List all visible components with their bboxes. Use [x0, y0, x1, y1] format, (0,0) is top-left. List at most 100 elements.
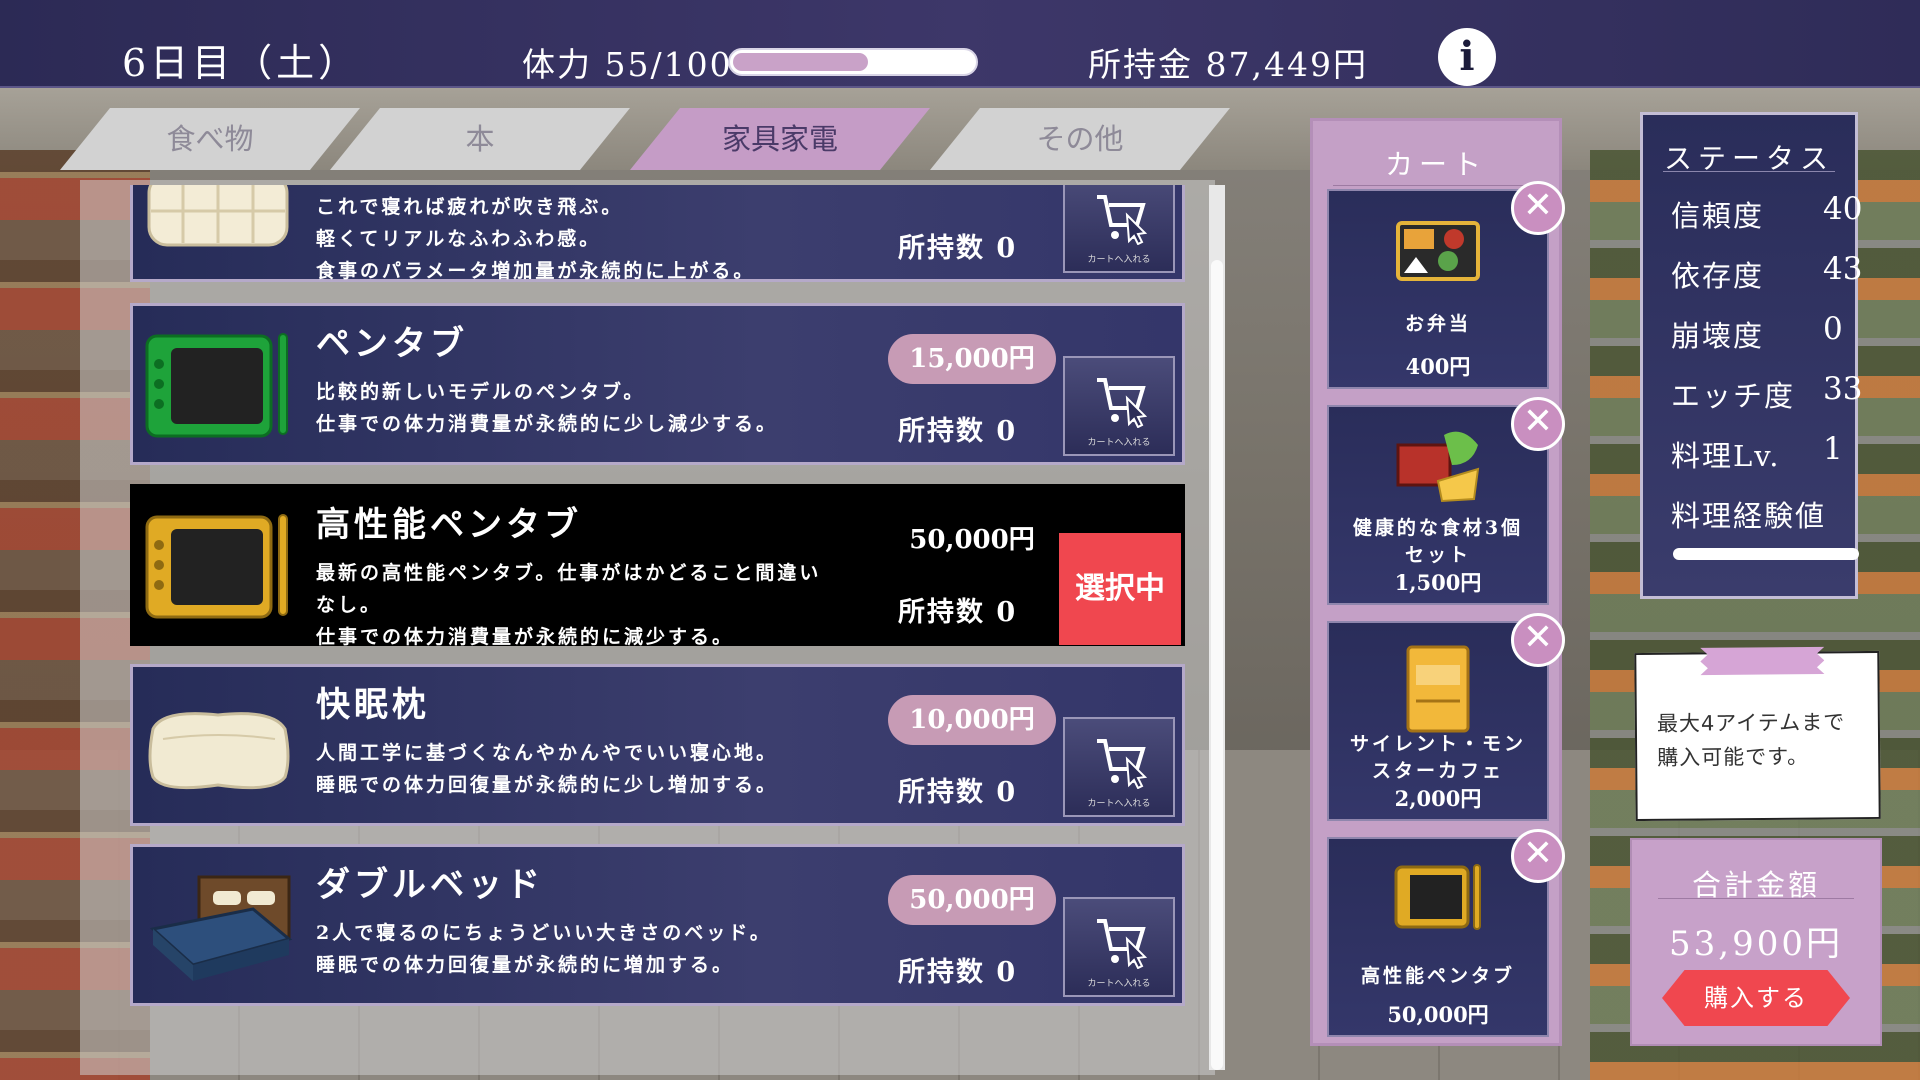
cart-item-name-line: お弁当: [1404, 313, 1471, 335]
cart-item-price: 50,000円: [1387, 1002, 1489, 1027]
cart-item-name-line: サイレント・モン: [1349, 733, 1526, 755]
item-desc-line: 軽くてリアルなふわふわ感。: [316, 228, 602, 250]
cart-item: サイレント・モン スターカフェ 2,000円 ✕: [1327, 613, 1565, 821]
item-description: これで寝れば疲れが吹き飛ぶ。 軽くてリアルなふわふわ感。 食事のパラメータ増加量…: [316, 191, 755, 287]
cart-title: カート: [1384, 148, 1487, 181]
stat-value: 33: [1823, 371, 1863, 407]
note-line: 購入可能です。: [1657, 744, 1810, 770]
owned-count: 所持数 0: [898, 597, 1018, 628]
cart-item-name-line: スターカフェ: [1371, 760, 1504, 782]
double-bed-icon: [149, 875, 293, 981]
stamina-label: 体力 55/100: [522, 45, 733, 84]
item-price: 50,000円: [888, 875, 1056, 925]
divider: [1333, 185, 1539, 186]
item-name: 快眠枕: [316, 685, 430, 725]
divider: [1663, 171, 1835, 172]
item-desc-line: 比較的新しいモデルのペンタブ。: [316, 381, 646, 403]
tab-books[interactable]: 本: [330, 108, 630, 170]
item-desc-line: 仕事での体力消費量が永続的に少し減少する。: [316, 413, 779, 435]
cart-item-name: 高性能ペンタブ: [1329, 963, 1547, 990]
cart-item-name: 健康的な食材3個 セット: [1329, 515, 1547, 569]
add-to-cart-label: カートへ入れる: [1087, 255, 1151, 265]
tab-other[interactable]: その他: [930, 108, 1230, 170]
owned-count: 所持数 0: [898, 233, 1018, 264]
selected-button[interactable]: 選択中: [1059, 533, 1181, 645]
tab-food[interactable]: 食べ物: [60, 108, 360, 170]
item-price: 15,000円: [888, 334, 1056, 384]
add-to-cart-button[interactable]: カートへ入れる: [1063, 185, 1175, 273]
scrollbar-thumb[interactable]: [1211, 260, 1223, 1070]
cart-item-name-line: セット: [1404, 544, 1471, 566]
purchase-button[interactable]: 購入する: [1662, 970, 1850, 1026]
status-panel: ステータス 信頼度 40 依存度 43 崩壊度 0 エッチ度 33 料理Lv. …: [1640, 112, 1862, 599]
cart-item-price: 1,500円: [1394, 570, 1482, 595]
item-description: 2人で寝るのにちょうどいい大きさのベッド。 睡眠での体力回復量が永続的に増加する…: [316, 917, 772, 981]
list-item[interactable]: ダブルベッド 2人で寝るのにちょうどいい大きさのベッド。 睡眠での体力回復量が永…: [130, 844, 1185, 1006]
stat-value: 43: [1823, 251, 1863, 287]
add-to-cart-button[interactable]: カートへ入れる: [1063, 717, 1175, 817]
stat-label: 依存度: [1671, 259, 1765, 293]
day-label: 6日目（土）: [122, 41, 361, 85]
list-item[interactable]: 快眠枕 人間工学に基づくなんやかんやでいい寝心地。 睡眠での体力回復量が永続的に…: [130, 664, 1185, 826]
stat-label: 料理Lv.: [1671, 439, 1781, 473]
item-name: ペンタブ: [316, 324, 468, 364]
item-desc-line: 仕事での体力消費量が永続的に減少する。: [316, 626, 735, 648]
item-desc-line: 睡眠での体力回復量が永続的に増加する。: [316, 954, 735, 976]
cart-icon: [1097, 919, 1148, 969]
add-to-cart-label: カートへ入れる: [1087, 799, 1151, 809]
futon-icon: [147, 185, 289, 247]
remove-cart-item-button[interactable]: ✕: [1511, 397, 1565, 451]
list-item-selected[interactable]: 高性能ペンタブ 最新の高性能ペンタブ。仕事がはかどること間違い なし。 仕事での…: [130, 484, 1185, 648]
owned-count: 所持数 0: [898, 416, 1018, 447]
stat-label: 崩壊度: [1671, 319, 1765, 353]
item-name: ダブルベッド: [316, 865, 544, 905]
item-description: 人間工学に基づくなんやかんやでいい寝心地。 睡眠での体力回復量が永続的に少し増加…: [316, 737, 778, 801]
stamina-bar: [728, 48, 978, 76]
cart-item-name-line: 高性能ペンタブ: [1360, 965, 1515, 987]
list-item[interactable]: ペンタブ 比較的新しいモデルのペンタブ。 仕事での体力消費量が永続的に少し減少す…: [130, 303, 1185, 465]
item-desc-line: 人間工学に基づくなんやかんやでいい寝心地。: [316, 742, 779, 764]
cart-item-name: お弁当: [1329, 311, 1547, 338]
bento-icon: [1396, 221, 1480, 281]
stat-value: 40: [1823, 191, 1863, 227]
note-text: 最大4アイテムまで 購入可能です。: [1657, 705, 1867, 775]
purchase-limit-note: 最大4アイテムまで 購入可能です。: [1634, 651, 1881, 822]
stamina-bar-fill: [733, 53, 869, 71]
money-label: 所持金 87,449円: [1088, 45, 1368, 84]
pen-tablet-icon: [145, 333, 288, 438]
item-list-scrollbar[interactable]: [1209, 185, 1225, 1070]
cart-item-price: 400円: [1405, 354, 1471, 379]
remove-cart-item-button[interactable]: ✕: [1511, 613, 1565, 667]
item-desc-line: 食事のパラメータ増加量が永続的に上がる。: [316, 260, 756, 282]
remove-cart-item-button[interactable]: ✕: [1511, 181, 1565, 235]
item-desc-line: 睡眠での体力回復量が永続的に少し増加する。: [316, 774, 779, 796]
ingredients-icon: [1396, 431, 1480, 503]
stat-label: エッチ度: [1671, 379, 1796, 413]
owned-count: 所持数 0: [898, 777, 1018, 808]
top-bar: 6日目（土） 体力 55/100 所持金 87,449円 i: [0, 0, 1920, 88]
cart-item: 高性能ペンタブ 50,000円 ✕: [1327, 829, 1565, 1037]
list-item[interactable]: これで寝れば疲れが吹き飛ぶ。 軽くてリアルなふわふわ感。 食事のパラメータ増加量…: [130, 185, 1185, 282]
add-to-cart-button[interactable]: カートへ入れる: [1063, 897, 1175, 997]
high-performance-pen-tablet-icon: [145, 514, 288, 619]
item-description: 比較的新しいモデルのペンタブ。 仕事での体力消費量が永続的に少し減少する。: [316, 376, 778, 440]
book-icon: [1406, 645, 1470, 733]
item-desc-line: 2人で寝るのにちょうどいい大きさのベッド。: [316, 922, 772, 944]
cart-item: お弁当 400円 ✕: [1327, 181, 1565, 389]
item-name: 高性能ペンタブ: [316, 505, 582, 545]
item-list[interactable]: これで寝れば疲れが吹き飛ぶ。 軽くてリアルなふわふわ感。 食事のパラメータ増加量…: [130, 185, 1185, 1075]
divider: [1658, 898, 1854, 899]
info-icon[interactable]: i: [1438, 28, 1496, 86]
note-line: 最大4アイテムまで: [1656, 710, 1846, 736]
cart-icon: [1097, 739, 1148, 789]
cooking-exp-bar: [1673, 548, 1859, 560]
item-price: 10,000円: [888, 695, 1056, 745]
item-description: 最新の高性能ペンタブ。仕事がはかどること間違い なし。 仕事での体力消費量が永続…: [316, 557, 821, 653]
cart-icon: [1097, 378, 1148, 428]
cart-item-price: 2,000円: [1394, 786, 1482, 811]
tab-furniture-appliances[interactable]: 家具家電: [630, 108, 930, 170]
remove-cart-item-button[interactable]: ✕: [1511, 829, 1565, 883]
owned-count: 所持数 0: [898, 957, 1018, 988]
add-to-cart-button[interactable]: カートへ入れる: [1063, 356, 1175, 456]
item-price: 50,000円: [909, 525, 1035, 555]
